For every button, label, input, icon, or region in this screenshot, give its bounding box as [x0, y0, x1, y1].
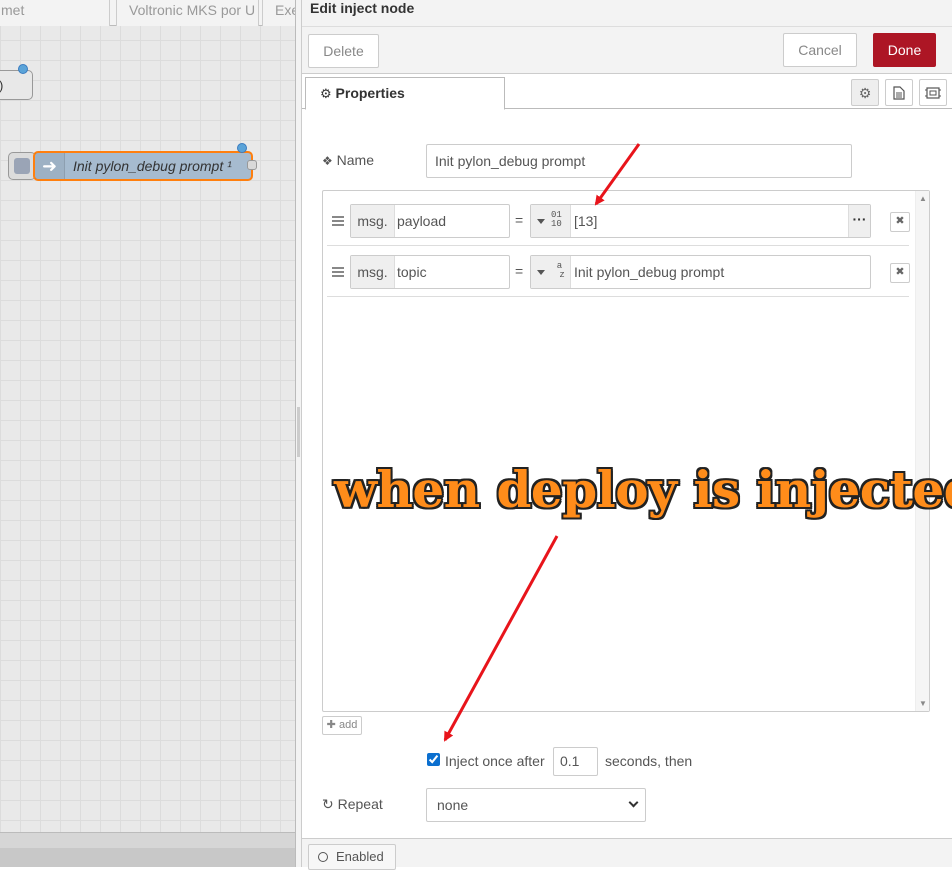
chevron-down-icon	[628, 797, 639, 808]
property-name: payload	[397, 213, 447, 229]
enabled-toggle-button[interactable]: Enabled	[308, 844, 396, 870]
tray-header: Edit inject node Delete Cancel Done	[302, 0, 952, 74]
list-item: msg. topic = a z Init pylon_debug prompt…	[327, 246, 910, 297]
number-type-icon: 01 10	[551, 210, 562, 229]
node-status-dot	[18, 64, 28, 74]
scroll-up-icon[interactable]: ▲	[919, 194, 927, 203]
workspace-tabbar: met Voltronic MKS por U Exe	[0, 0, 295, 26]
drag-handle-icon[interactable]	[332, 267, 344, 277]
name-label: ❖ Name	[322, 152, 374, 168]
equals-sign: =	[515, 263, 524, 279]
remove-row-button[interactable]: ✖	[890, 263, 910, 283]
tray-tabs: ⚙ Properties ⚙	[302, 74, 952, 110]
property-list: msg. payload = 01 10 [13] ··· ✖ msg. topi…	[322, 190, 930, 712]
drag-handle-icon[interactable]	[332, 216, 344, 226]
scroll-down-icon[interactable]: ▼	[919, 699, 927, 708]
arrow-in-icon: ➜	[35, 153, 65, 179]
workspace-tab-voltronic[interactable]: Voltronic MKS por U	[116, 0, 259, 26]
repeat-label-text: Repeat	[337, 796, 383, 812]
equals-sign: =	[515, 212, 524, 228]
type-selector[interactable]: a z	[531, 256, 571, 288]
inject-trigger-button[interactable]	[8, 152, 36, 180]
inject-node[interactable]: ➜ Init pylon_debug prompt ¹	[33, 151, 253, 181]
workspace-tab[interactable]: met	[0, 0, 110, 26]
type-selector[interactable]: 01 10	[531, 205, 571, 237]
node-appearance-icon	[925, 87, 941, 99]
tray-footer: Enabled	[302, 838, 952, 870]
inject-once-label: Inject once after	[445, 753, 545, 769]
property-field[interactable]: msg. payload	[350, 204, 510, 238]
repeat-label: ↻ Repeat	[322, 796, 383, 813]
msg-prefix: msg.	[351, 205, 395, 237]
tab-properties[interactable]: ⚙ Properties	[305, 77, 505, 110]
edit-tray: Edit inject node Delete Cancel Done ⚙ Pr…	[302, 0, 952, 870]
tab-appearance[interactable]	[919, 79, 947, 106]
payload-value: [13]	[574, 213, 598, 229]
property-name: topic	[397, 264, 427, 280]
property-field[interactable]: msg. topic	[350, 255, 510, 289]
typed-value-input[interactable]: 01 10 [13] ···	[530, 204, 871, 238]
workspace-canvas[interactable]: met Voltronic MKS por U Exe ) ➜ Init pyl…	[0, 0, 295, 867]
inject-delay-input[interactable]: 0.1	[553, 747, 598, 776]
tab-label: Properties	[335, 85, 405, 101]
node-label: )	[0, 78, 3, 93]
gear-icon: ⚙	[320, 86, 332, 101]
done-button[interactable]: Done	[873, 33, 936, 67]
repeat-select[interactable]: none	[426, 788, 646, 822]
seconds-then-label: seconds, then	[605, 753, 693, 769]
annotation-text: when deploy is injected	[334, 460, 952, 519]
name-input[interactable]: Init pylon_debug prompt	[426, 144, 852, 178]
node-output-port[interactable]	[247, 160, 257, 170]
caret-down-icon	[537, 270, 545, 275]
file-icon	[893, 86, 905, 100]
remove-row-button[interactable]: ✖	[890, 212, 910, 232]
add-label: add	[338, 719, 358, 731]
string-type-icon: a z	[554, 261, 565, 280]
circle-icon	[318, 852, 328, 862]
list-item: msg. payload = 01 10 [13] ··· ✖	[327, 195, 910, 246]
typed-value-input[interactable]: a z Init pylon_debug prompt	[530, 255, 871, 289]
plus-icon: ✚	[326, 719, 336, 731]
flow-node[interactable]: )	[0, 70, 33, 100]
refresh-icon: ↻	[322, 796, 334, 812]
tray-title: Edit inject node	[310, 0, 415, 16]
cancel-button[interactable]: Cancel	[783, 33, 857, 67]
repeat-value: none	[437, 797, 469, 813]
expand-editor-button[interactable]: ···	[848, 205, 870, 237]
add-property-button[interactable]: ✚ add	[322, 716, 362, 735]
delete-button[interactable]: Delete	[308, 34, 379, 68]
tray-splitter[interactable]	[295, 0, 302, 867]
name-label-text: Name	[336, 152, 375, 168]
list-scrollbar[interactable]: ▲ ▼	[915, 191, 929, 711]
msg-prefix: msg.	[351, 256, 395, 288]
workspace-tab[interactable]: Exe	[262, 0, 295, 26]
tab-description[interactable]	[885, 79, 913, 106]
inject-node-label: Init pylon_debug prompt ¹	[73, 158, 232, 174]
node-changed-dot	[237, 143, 247, 153]
splitter-grip[interactable]	[297, 407, 300, 457]
canvas-statusbar	[0, 848, 295, 867]
tag-icon: ❖	[322, 154, 333, 168]
tab-settings[interactable]: ⚙	[851, 79, 879, 106]
enabled-label: Enabled	[336, 849, 384, 864]
topic-value: Init pylon_debug prompt	[574, 264, 725, 280]
gear-icon: ⚙	[858, 85, 872, 101]
caret-down-icon	[537, 219, 545, 224]
inject-once-checkbox[interactable]	[427, 753, 440, 766]
